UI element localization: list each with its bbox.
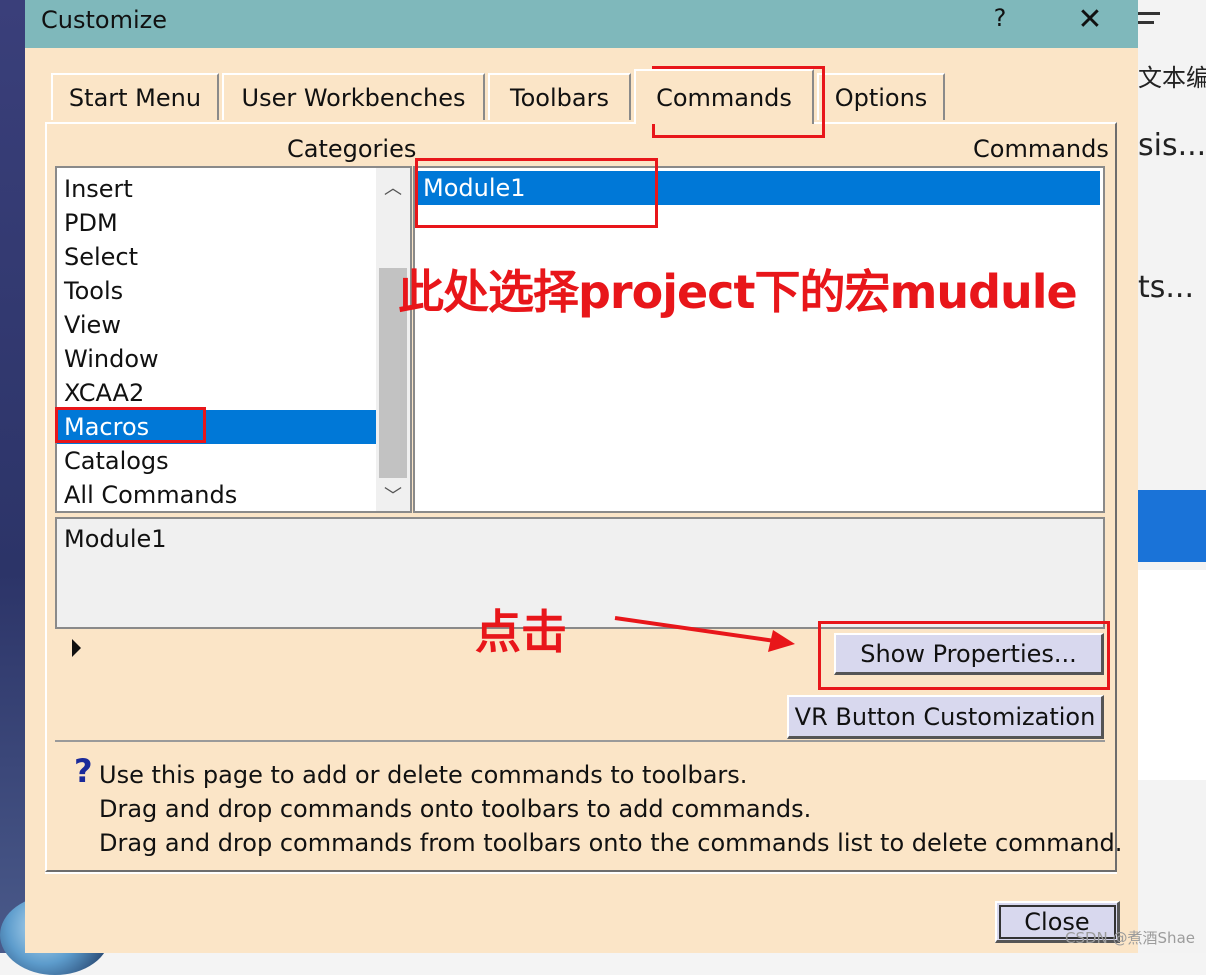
menu-icon [1138, 12, 1160, 30]
divider [55, 740, 1105, 742]
category-item[interactable]: Tools [57, 274, 376, 308]
background-panel [1138, 570, 1206, 780]
tab-options[interactable]: Options [817, 73, 945, 120]
annotation-box-module [415, 158, 658, 228]
category-item[interactable]: XCAA2 [57, 376, 376, 410]
category-item[interactable]: Insert [57, 172, 376, 206]
info-line: Drag and drop commands from toolbars ont… [99, 829, 1123, 857]
annotation-box-macros [55, 407, 206, 443]
categories-list[interactable]: Insert PDM Select Tools View Window XCAA… [55, 166, 412, 513]
tab-start-menu[interactable]: Start Menu [51, 73, 219, 120]
divider [45, 872, 1117, 874]
close-window-icon[interactable]: ✕ [1075, 2, 1105, 37]
commands-header: Commands [973, 135, 1109, 163]
expand-arrow-icon[interactable] [72, 639, 81, 657]
background-text-a: sis... [1138, 128, 1206, 163]
category-item[interactable]: All Commands [57, 478, 376, 511]
tab-user-workbenches[interactable]: User Workbenches [222, 73, 485, 120]
chevron-up-icon[interactable]: ︿ [376, 174, 410, 200]
annotation-arrow-icon [614, 616, 795, 652]
help-button[interactable]: ? [985, 4, 1015, 32]
description-text: Module1 [64, 525, 167, 553]
customize-dialog: Customize ? ✕ Start Menu User Workbenche… [25, 0, 1138, 953]
categories-header: Categories [287, 135, 417, 163]
category-item[interactable]: View [57, 308, 376, 342]
help-question-icon: ? [74, 752, 93, 790]
vr-button-customization-button[interactable]: VR Button Customization [787, 695, 1104, 739]
annotation-click: 点击 [475, 605, 567, 659]
title-bar[interactable]: Customize ? ✕ [25, 0, 1138, 48]
category-item[interactable]: Window [57, 342, 376, 376]
desktop-background [0, 0, 25, 953]
background-selected-row [1138, 490, 1206, 562]
info-line: Use this page to add or delete commands … [99, 761, 748, 789]
category-item[interactable]: Select [57, 240, 376, 274]
watermark: CSDN @煮酒Shae [1065, 929, 1195, 947]
background-text-top: 文本编辑 [1138, 64, 1206, 92]
category-item[interactable]: PDM [57, 206, 376, 240]
tab-toolbars[interactable]: Toolbars [488, 73, 631, 120]
info-line: Drag and drop commands onto toolbars to … [99, 795, 812, 823]
background-application: 文本编辑 sis... ts... [1138, 0, 1206, 953]
command-description: Module1 [55, 517, 1105, 629]
annotation-box-show-properties [818, 621, 1110, 690]
annotation-select-module: 此处选择project下的宏mudule [398, 265, 1078, 319]
background-text-b: ts... [1138, 270, 1195, 305]
tab-commands[interactable]: Commands [634, 69, 814, 124]
window-title: Customize [41, 6, 167, 34]
chevron-down-icon[interactable]: ﹀ [376, 482, 410, 508]
category-item[interactable]: Catalogs [57, 444, 376, 478]
